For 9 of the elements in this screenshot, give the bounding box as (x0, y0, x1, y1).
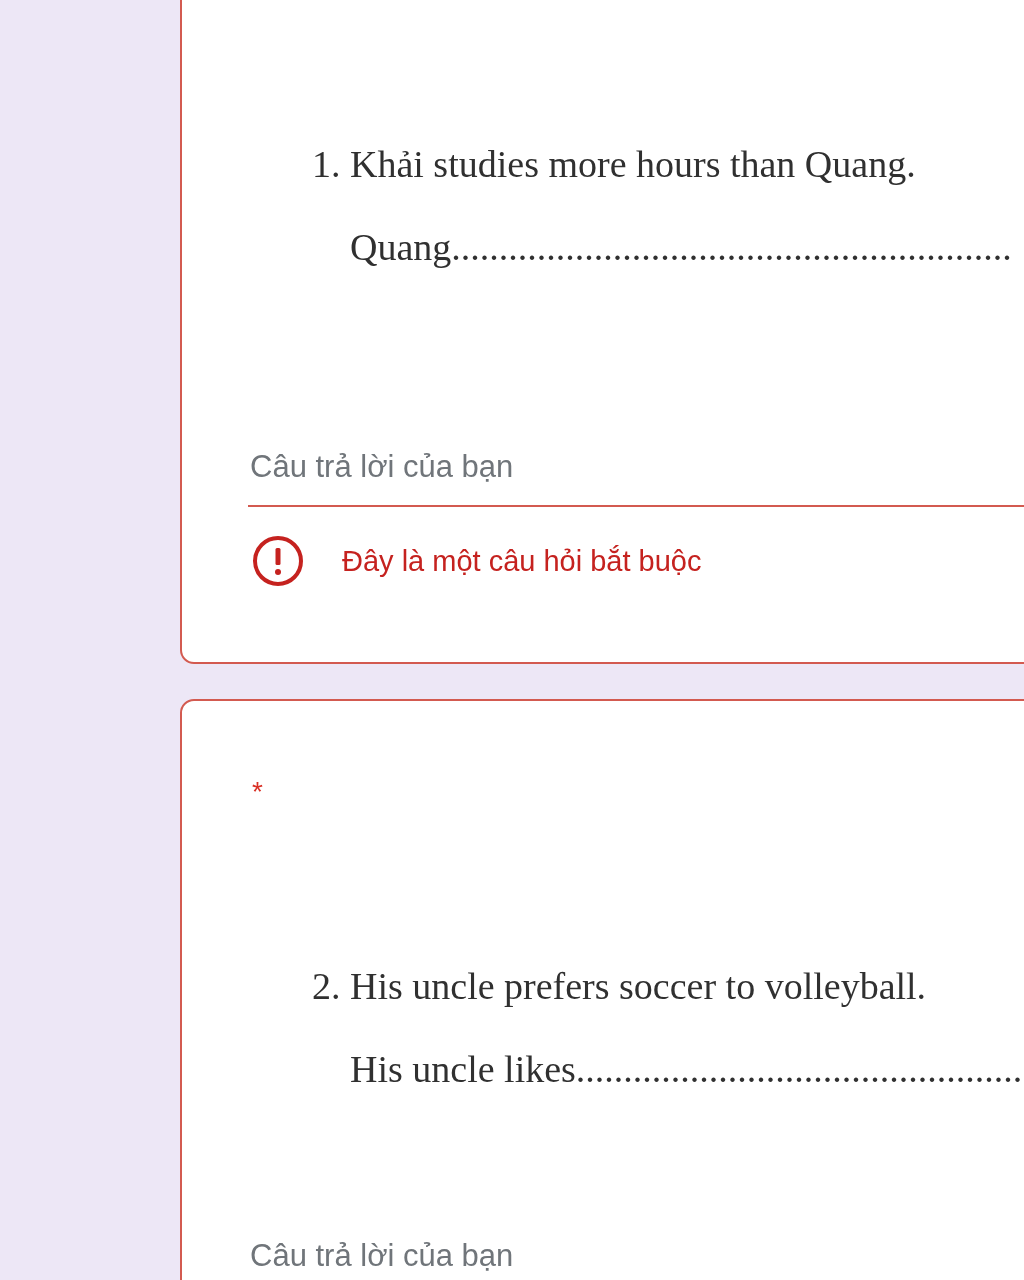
answer-field[interactable]: Câu trả lời của bạn (248, 440, 1024, 507)
required-asterisk: * (252, 777, 264, 807)
error-message: Đây là một câu hỏi bắt buộc (342, 544, 702, 578)
error-icon (252, 535, 304, 587)
question-text: 1. Khải studies more hours than Quang. (312, 142, 917, 187)
question-text: 2. His uncle prefers soccer to volleyball. (312, 964, 928, 1009)
question-text: His uncle likes............................................... (349, 1047, 1024, 1092)
answer-field[interactable]: Câu trả lời của bạn (248, 1229, 1024, 1280)
question-text: Quang........................................................... (349, 225, 1013, 270)
